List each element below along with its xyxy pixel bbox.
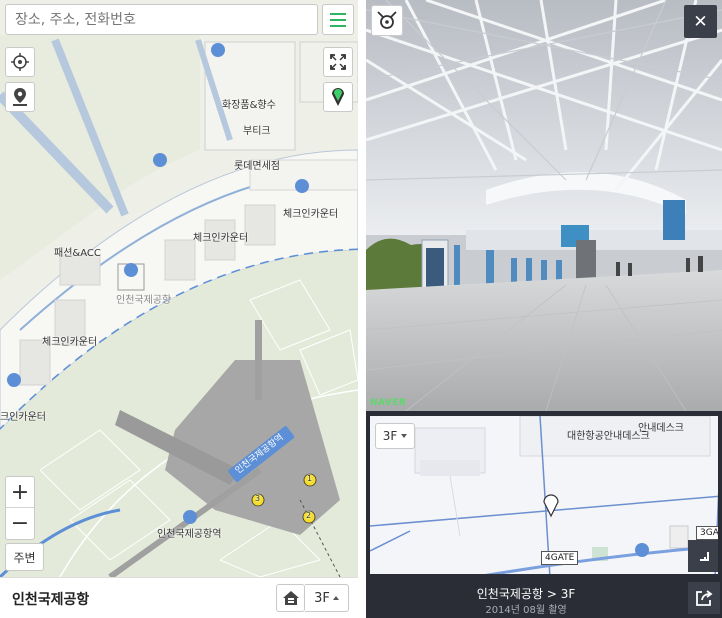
map-label-duty-free[interactable]: 롯데면세점 xyxy=(234,157,280,172)
building-floor-icon xyxy=(282,591,299,605)
map-label-airport[interactable]: 인천국제공항 xyxy=(116,291,171,306)
fullscreen-button[interactable] xyxy=(323,47,353,77)
minimap-toggle-button[interactable] xyxy=(688,540,718,572)
share-icon xyxy=(696,590,713,606)
airplane-icon xyxy=(153,153,167,167)
map-label-cosmetics[interactable]: 화장품&향수 xyxy=(222,96,276,111)
panorama-compass-button[interactable] xyxy=(371,5,403,36)
caret-up-icon xyxy=(332,596,339,600)
map-label-checkin-center[interactable]: 체크인카운터 xyxy=(193,229,248,244)
map-label-station[interactable]: 인천국제공항역 xyxy=(157,525,221,540)
nearby-button[interactable]: 주변 xyxy=(5,543,44,571)
minimap-floor-selector[interactable]: 3F xyxy=(375,423,415,449)
crosshair-icon xyxy=(11,53,29,71)
panorama-footer: 인천국제공항 > 3F 2014년 08월 촬영 xyxy=(366,578,722,618)
streetview-button[interactable] xyxy=(323,82,353,112)
zoom-out-button[interactable]: − xyxy=(6,508,34,539)
location-pin-icon xyxy=(13,88,27,106)
indoor-map-canvas[interactable] xyxy=(0,0,358,577)
compass-icon xyxy=(377,10,397,29)
panorama-view[interactable]: NAVER ✕ xyxy=(366,0,722,411)
place-pin-button[interactable] xyxy=(5,82,35,112)
floor-selector[interactable]: 3F xyxy=(305,584,349,612)
exit-3-label: 3 xyxy=(255,494,261,503)
map-label-checkin-edge[interactable]: 크인카운터 xyxy=(0,408,46,423)
expand-icon xyxy=(330,54,346,70)
map-label-checkin-left[interactable]: 체크인카운터 xyxy=(42,333,97,348)
minimap[interactable]: 3F 안내데스크 대한항공안내데스크 4GATE 3GAT xyxy=(368,414,720,576)
current-location-button[interactable] xyxy=(5,47,35,77)
restroom-icon xyxy=(295,179,309,193)
share-button[interactable] xyxy=(688,582,720,614)
minimap-label-korean-air: 대한항공안내데스크 xyxy=(567,431,650,442)
place-bottom-bar: 인천국제공항 3F xyxy=(0,577,358,618)
close-icon: ✕ xyxy=(693,11,708,32)
provider-logo: NAVER xyxy=(370,398,407,408)
train-icon xyxy=(183,510,197,524)
panorama-location: 인천국제공항 > 3F xyxy=(476,587,576,601)
zoom-in-button[interactable]: + xyxy=(6,477,34,508)
app-root: 1 2 3 화장품&향수 부티크 롯데면세점 체크인카운터 체크인카운터 패션&… xyxy=(0,0,722,618)
menu-button[interactable] xyxy=(322,4,354,35)
close-panorama-button[interactable]: ✕ xyxy=(684,5,717,38)
streetview-marker-icon xyxy=(332,88,344,106)
zoom-control: + − xyxy=(5,476,35,540)
panorama-panel: NAVER ✕ 3F 안내데스크 대한항공안내데스크 4GATE 3GA 인천국… xyxy=(366,0,722,618)
floor-value: 3F xyxy=(314,590,330,606)
airplane-icon xyxy=(211,43,225,57)
map-label-fashion[interactable]: 패션&ACC xyxy=(54,244,101,259)
exit-2-label: 2 xyxy=(306,511,312,520)
collapse-corner-icon xyxy=(700,552,709,561)
map-label-checkin-right[interactable]: 체크인카운터 xyxy=(283,205,338,220)
airplane-icon xyxy=(7,373,21,387)
exit-1-label: 1 xyxy=(307,474,313,483)
gate-3-tag: 3GAT xyxy=(696,526,718,540)
building-floor-button[interactable] xyxy=(276,584,305,612)
map-label-boutique[interactable]: 부티크 xyxy=(243,122,271,137)
panorama-image[interactable] xyxy=(366,0,722,411)
airplane-icon xyxy=(635,543,649,557)
panorama-date: 2014년 08월 촬영 xyxy=(485,605,567,616)
search-input[interactable] xyxy=(6,5,317,34)
indoor-map-panel[interactable]: 1 2 3 화장품&향수 부티크 롯데면세점 체크인카운터 체크인카운터 패션&… xyxy=(0,0,358,618)
caret-down-icon xyxy=(401,434,408,438)
place-title[interactable]: 인천국제공항 xyxy=(12,589,89,609)
lock-icon xyxy=(124,263,138,277)
gate-4-tag: 4GATE xyxy=(541,551,579,565)
panel-divider xyxy=(358,0,366,618)
hamburger-icon xyxy=(330,12,346,15)
minimap-floor-value: 3F xyxy=(382,429,398,443)
search-bar[interactable] xyxy=(5,4,318,35)
